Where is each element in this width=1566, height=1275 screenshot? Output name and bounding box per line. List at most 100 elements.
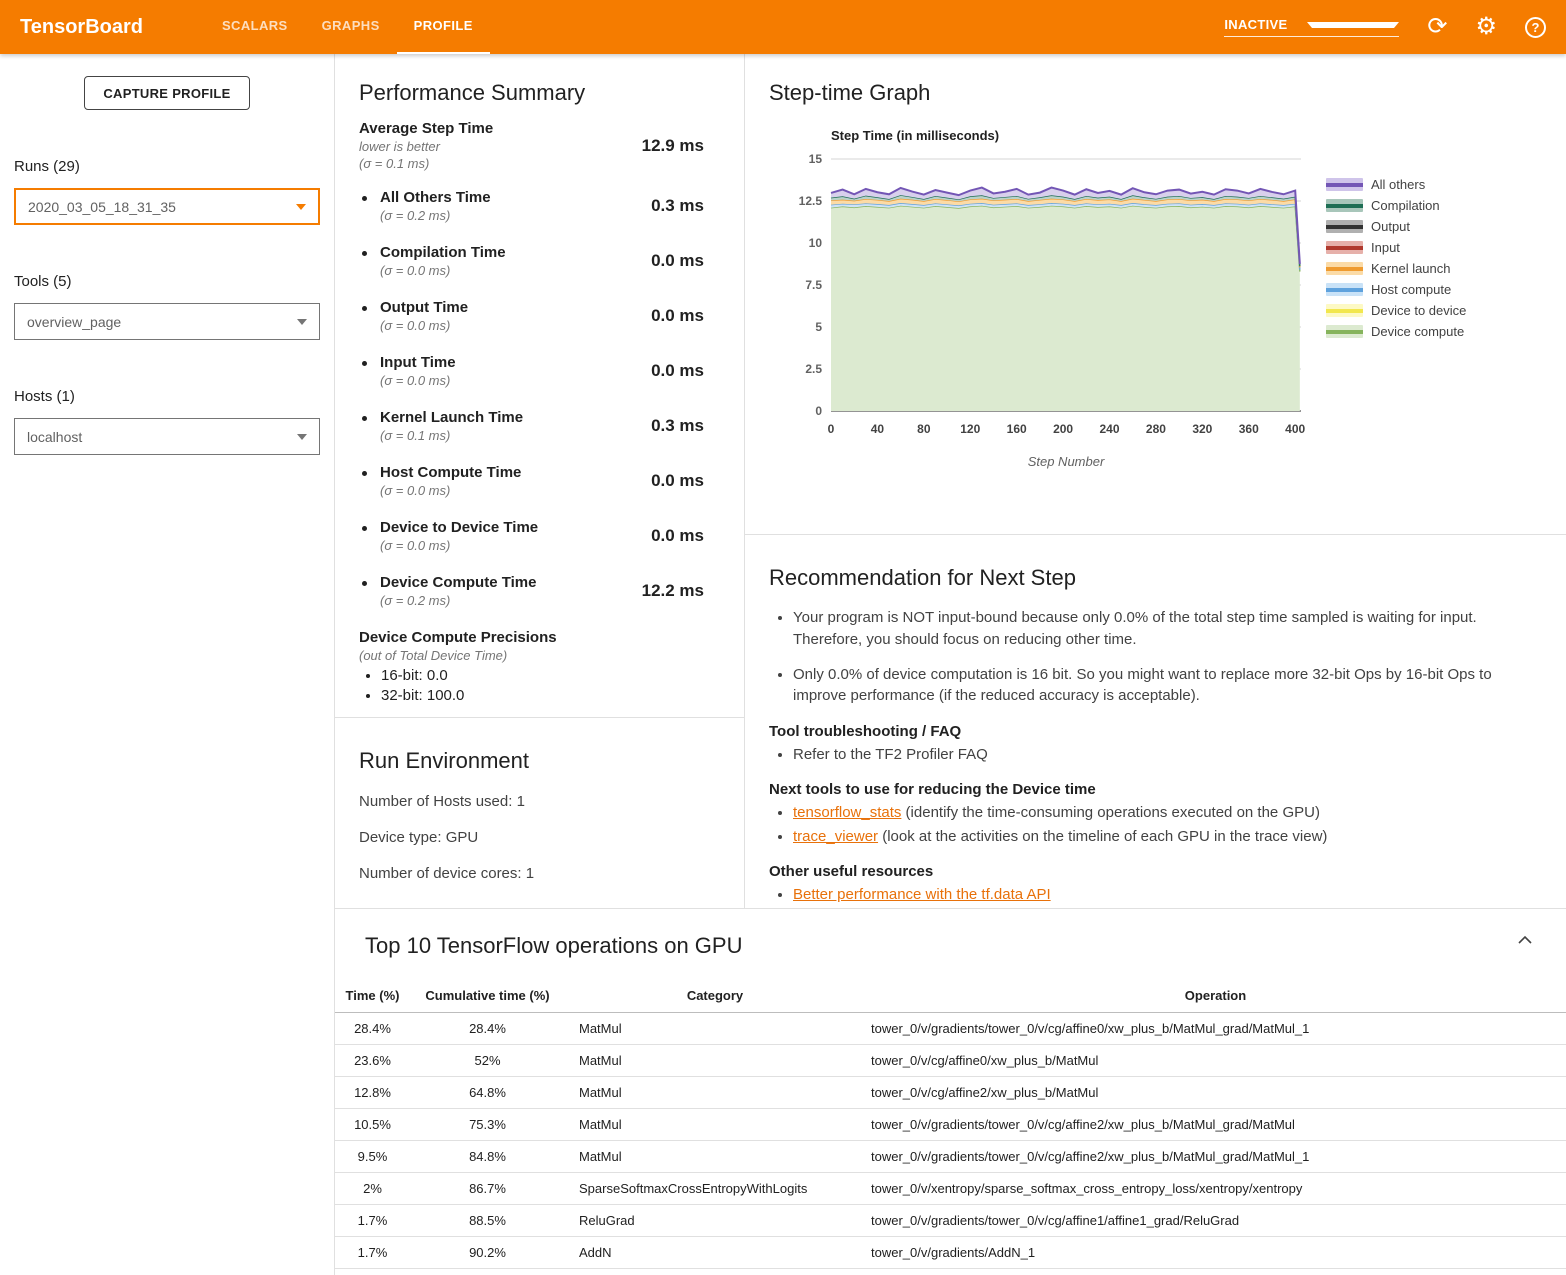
svg-text:5: 5 (815, 320, 822, 334)
runs-select[interactable]: 2020_03_05_18_31_35 (14, 188, 320, 225)
table-row: 23.6%52%MatMultower_0/v/cg/affine0/xw_pl… (335, 1045, 1566, 1077)
step-time-graph-section: Step-time Graph Step Time (in millisecon… (745, 54, 1566, 535)
legend-item-compilation: Compilation (1326, 195, 1466, 216)
column-header: Category (565, 981, 865, 1013)
hosts-selected-value: localhost (27, 429, 297, 445)
collapse-chevron-up-icon[interactable] (1518, 931, 1532, 949)
filter-group-tools: Tools (5) overview_page (14, 273, 320, 340)
metric-value: 0.0 ms (651, 361, 704, 381)
recommendation-subsections: Tool troubleshooting / FAQRefer to the T… (769, 723, 1536, 905)
capture-profile-button[interactable]: CAPTURE PROFILE (84, 76, 250, 110)
metric-subtitle: lower is better (359, 139, 493, 154)
legend-swatch-icon (1326, 241, 1363, 254)
tools-label: Tools (5) (14, 273, 320, 290)
legend-swatch-icon (1326, 325, 1363, 338)
metric-sigma: (σ = 0.0 ms) (380, 538, 538, 553)
table-cell: 90.2% (410, 1237, 565, 1269)
metric-value: 0.0 ms (651, 306, 704, 326)
recommendation-subitem-text: (look at the activities on the timeline … (878, 828, 1327, 845)
metric-row: Host Compute Time(σ = 0.0 ms)0.0 ms (359, 464, 704, 498)
recommendation-subheading: Other useful resources (769, 863, 1536, 880)
metric-row: Output Time(σ = 0.0 ms) 0.0 ms (359, 299, 704, 333)
table-cell: ApplyGradientDescent (565, 1269, 865, 1275)
table-cell: 1.7% (335, 1269, 410, 1275)
table-cell: 28.4% (410, 1013, 565, 1045)
table-cell: 12.8% (335, 1077, 410, 1109)
table-cell: tower_0/v/gradients/tower_0/v/cg/affine1… (865, 1205, 1566, 1237)
metric-value: 0.0 ms (651, 526, 704, 546)
top-app-bar: TensorBoard SCALARSGRAPHSPROFILE INACTIV… (0, 0, 1566, 54)
help-icon[interactable]: ? (1525, 17, 1546, 38)
table-cell: MatMul (565, 1045, 865, 1077)
table-cell: SparseSoftmaxCrossEntropyWithLogits (565, 1173, 865, 1205)
table-row: 9.5%84.8%MatMultower_0/v/gradients/tower… (335, 1141, 1566, 1173)
recommendation-bullet: Your program is NOT input-bound because … (793, 607, 1536, 651)
legend-swatch-icon (1326, 199, 1363, 212)
bullet-dot-icon (362, 251, 367, 256)
legend-swatch-icon (1326, 220, 1363, 233)
column-header: Time (%) (335, 981, 410, 1013)
tools-select[interactable]: overview_page (14, 303, 320, 340)
run-environment-section: Run Environment Number of Hosts used: 1D… (335, 718, 744, 882)
run-environment-line: Number of Hosts used: 1 (359, 793, 720, 810)
filter-group-hosts: Hosts (1)localhost (14, 388, 320, 455)
metric-label-block: Output Time(σ = 0.0 ms) (380, 299, 468, 333)
table-cell: MatMul (565, 1013, 865, 1045)
column-header: Operation (865, 981, 1566, 1013)
table-cell: 2% (335, 1173, 410, 1205)
legend-item-device-compute: Device compute (1326, 321, 1466, 342)
recommendation-link[interactable]: tensorflow_stats (793, 804, 901, 821)
table-cell: 52% (410, 1045, 565, 1077)
chart-title: Step Time (in milliseconds) (831, 128, 1314, 143)
metric-value: 0.0 ms (651, 471, 704, 491)
bullet-dot-icon (362, 306, 367, 311)
metric-sigma: (σ = 0.0 ms) (380, 373, 456, 388)
recommendation-section: Recommendation for Next Step Your progra… (745, 535, 1566, 908)
metric-name: Host Compute Time (380, 464, 521, 481)
nav-tabs: SCALARSGRAPHSPROFILE (205, 0, 490, 54)
metric-name: Device Compute Time (380, 574, 536, 591)
metric-sigma: (σ = 0.2 ms) (380, 593, 536, 608)
recommendation-subitem-text: Refer to the TF2 Profiler FAQ (793, 746, 988, 763)
left-column: Performance Summary Average Step Timelow… (335, 54, 745, 908)
table-row: 12.8%64.8%MatMultower_0/v/cg/affine2/xw_… (335, 1077, 1566, 1109)
table-cell: 1.7% (335, 1205, 410, 1237)
chart-svg-holder: 02.557.51012.515040801201602002402803203… (769, 149, 1314, 479)
metric-value: 12.9 ms (642, 136, 704, 156)
svg-text:240: 240 (1100, 422, 1120, 436)
legend-label: Kernel launch (1371, 261, 1451, 276)
legend-label: Device to device (1371, 303, 1466, 318)
svg-text:10: 10 (809, 236, 823, 250)
bullet-dot-icon (362, 416, 367, 421)
recommendation-link[interactable]: trace_viewer (793, 828, 878, 845)
recommendation-subitem: Refer to the TF2 Profiler FAQ (793, 744, 1536, 765)
table-cell: tower_0/v/gradients/tower_0/v/cg/affine2… (865, 1141, 1566, 1173)
svg-text:0: 0 (815, 404, 822, 418)
metric-label-block: Device Compute Time (σ = 0.2 ms) (380, 574, 536, 608)
svg-text:80: 80 (917, 422, 931, 436)
table-cell: ReluGrad (565, 1205, 865, 1237)
run-environment-title: Run Environment (359, 748, 720, 774)
metric-row: Kernel Launch Time(σ = 0.1 ms)0.3 ms (359, 409, 704, 443)
top-ops-title: Top 10 TensorFlow operations on GPU (365, 933, 1566, 959)
metric-sigma: (σ = 0.2 ms) (380, 208, 491, 223)
settings-gear-icon[interactable]: ⚙ (1475, 15, 1497, 39)
metric-label-block: Device to Device Time(σ = 0.0 ms) (380, 519, 538, 553)
tab-scalars[interactable]: SCALARS (205, 0, 305, 54)
tab-graphs[interactable]: GRAPHS (305, 0, 397, 54)
recommendation-link[interactable]: Better performance with the tf.data API (793, 886, 1051, 903)
metric-sigma: (σ = 0.0 ms) (380, 318, 468, 333)
metrics-list: Average Step Timelower is better(σ = 0.1… (359, 120, 704, 608)
metric-sigma: (σ = 0.0 ms) (380, 263, 506, 278)
table-cell: tower_0/v/cg/affine0/xw_plus_b/MatMul (865, 1045, 1566, 1077)
chevron-down-icon (297, 434, 307, 440)
metric-label-block: Average Step Timelower is better(σ = 0.1… (359, 120, 493, 171)
svg-text:12.5: 12.5 (799, 194, 823, 208)
device-compute-precisions: Device Compute Precisions (out of Total … (359, 629, 704, 704)
tab-profile[interactable]: PROFILE (397, 0, 490, 54)
refresh-icon[interactable]: ⟳ (1427, 15, 1447, 39)
legend-item-kernel-launch: Kernel launch (1326, 258, 1466, 279)
filter-group-runs: Runs (29)2020_03_05_18_31_35 (14, 158, 320, 225)
reload-status-dropdown[interactable]: INACTIVE (1224, 17, 1399, 37)
hosts-select[interactable]: localhost (14, 418, 320, 455)
